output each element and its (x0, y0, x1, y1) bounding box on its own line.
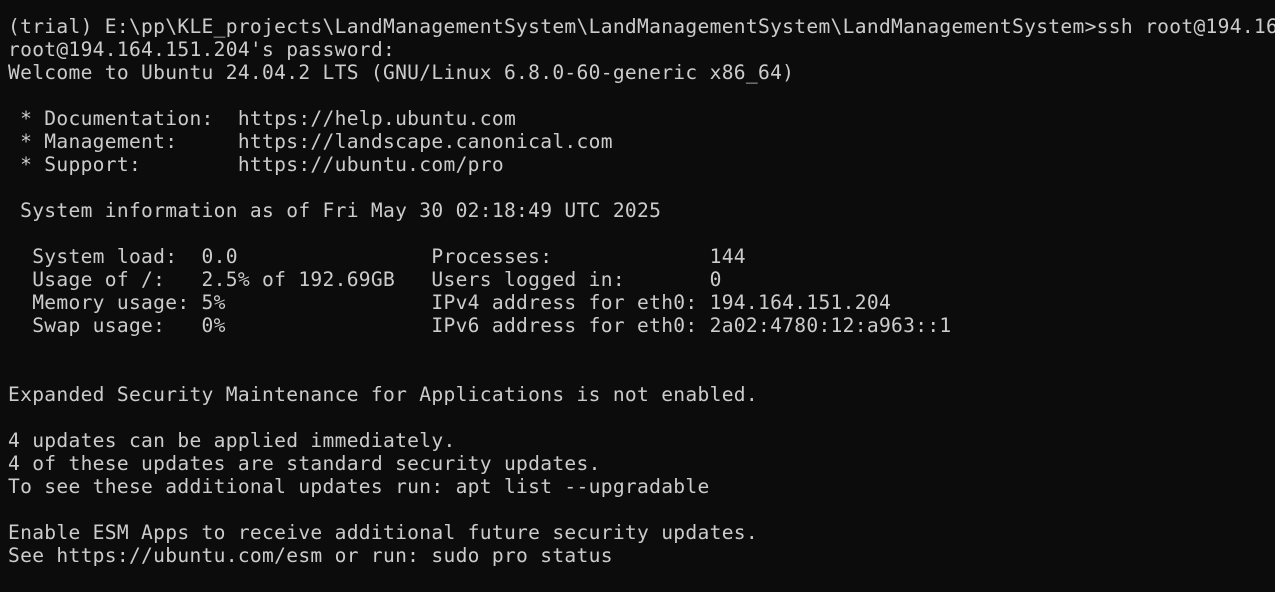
terminal-line-esm-apps: Enable ESM Apps to receive additional fu… (8, 521, 758, 544)
terminal-line-memory-usage: Memory usage: 5% IPv4 address for eth0: … (8, 291, 892, 314)
terminal-line-security-updates: 4 of these updates are standard security… (8, 452, 601, 475)
terminal-line-esm-notice: Expanded Security Maintenance for Applic… (8, 383, 758, 406)
terminal-line-apt-list-hint: To see these additional updates run: apt… (8, 475, 710, 498)
terminal-output[interactable]: (trial) E:\pp\KLE_projects\LandManagemen… (0, 0, 1275, 592)
terminal-line-ssh-command: (trial) E:\pp\KLE_projects\LandManagemen… (8, 15, 1275, 38)
terminal-line-management: * Management: https://landscape.canonica… (8, 130, 613, 153)
terminal-line-esm-link: See https://ubuntu.com/esm or run: sudo … (8, 544, 613, 567)
terminal-line-swap-usage: Swap usage: 0% IPv6 address for eth0: 2a… (8, 314, 952, 337)
terminal-line-system-info-header: System information as of Fri May 30 02:1… (8, 199, 662, 222)
terminal-line-system-load: System load: 0.0 Processes: 144 (8, 245, 746, 268)
terminal-line-documentation: * Documentation: https://help.ubuntu.com (8, 107, 517, 130)
terminal-line-disk-usage: Usage of /: 2.5% of 192.69GB Users logge… (8, 268, 722, 291)
terminal-line-welcome: Welcome to Ubuntu 24.04.2 LTS (GNU/Linux… (8, 61, 795, 84)
terminal-line-support: * Support: https://ubuntu.com/pro (8, 153, 504, 176)
terminal-line-password-prompt: root@194.164.151.204's password: (8, 38, 396, 61)
terminal-line-updates-count: 4 updates can be applied immediately. (8, 429, 456, 452)
